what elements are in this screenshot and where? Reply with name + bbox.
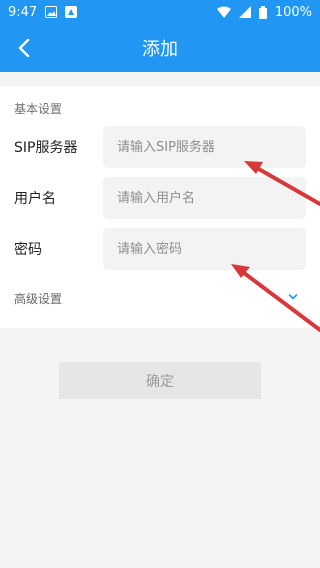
sip-server-label: SIP服务器 — [14, 140, 78, 156]
sip-server-row: SIP服务器 — [0, 126, 320, 168]
back-arrow-icon — [18, 39, 30, 57]
password-label: 密码 — [14, 242, 42, 258]
drive-icon — [65, 6, 78, 18]
sip-server-input[interactable] — [103, 126, 306, 168]
status-left: 9:47 — [8, 4, 78, 20]
password-row: 密码 — [0, 228, 320, 270]
back-button[interactable] — [8, 24, 40, 72]
page-title: 添加 — [142, 39, 178, 60]
confirm-button[interactable]: 确定 — [59, 362, 261, 399]
settings-panel: 基本设置 SIP服务器 用户名 密码 高级设置 — [0, 86, 320, 328]
wifi-icon — [216, 6, 231, 18]
username-input[interactable] — [103, 177, 306, 219]
username-label: 用户名 — [14, 191, 56, 207]
app-bar: 添加 — [0, 24, 320, 72]
status-bar: 9:47 100% — [0, 0, 320, 24]
section-title-basic: 基本设置 — [14, 102, 63, 116]
chevron-down-icon — [288, 294, 298, 300]
advanced-settings-label: 高级设置 — [14, 292, 63, 306]
username-row: 用户名 — [0, 177, 320, 219]
status-right: 100% — [216, 4, 312, 20]
battery-icon — [258, 5, 267, 19]
image-icon — [45, 6, 58, 18]
password-input[interactable] — [103, 228, 306, 270]
signal-icon — [238, 6, 251, 18]
advanced-settings-toggle[interactable]: 高级设置 — [0, 286, 320, 310]
status-time: 9:47 — [8, 4, 38, 20]
battery-level: 100% — [274, 4, 312, 20]
